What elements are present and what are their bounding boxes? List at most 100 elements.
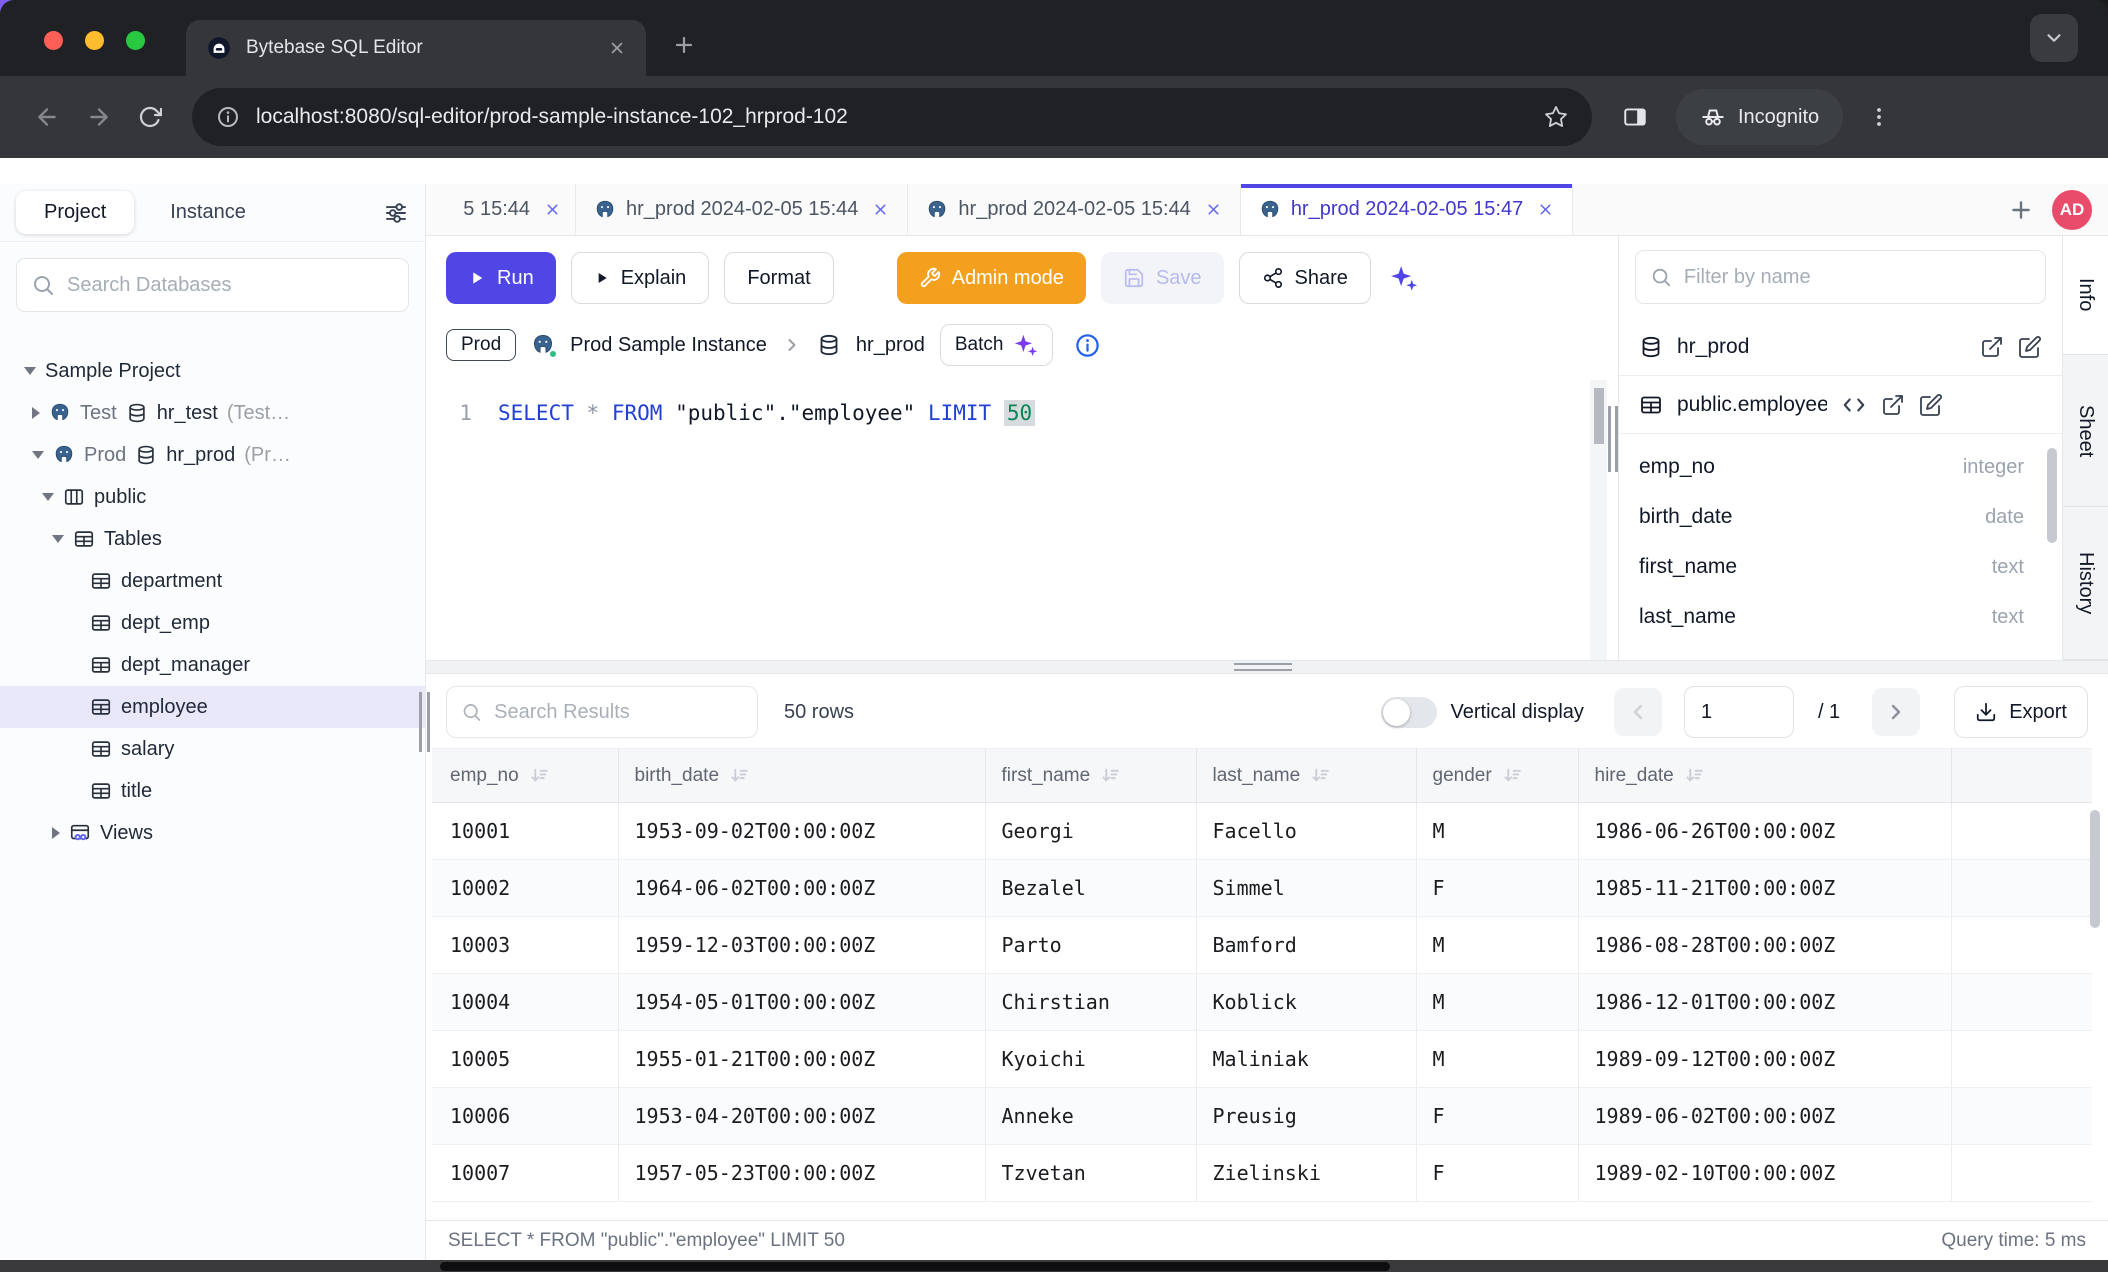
back-button[interactable]: [26, 96, 68, 138]
side-panel-button[interactable]: [1622, 104, 1648, 130]
close-icon[interactable]: [872, 201, 889, 218]
window-close-button[interactable]: [44, 31, 63, 50]
tab-search-button[interactable]: [2030, 14, 2078, 62]
toggle-knob[interactable]: [1383, 699, 1410, 726]
forward-button[interactable]: [78, 96, 120, 138]
new-sheet-button[interactable]: [1996, 197, 2046, 223]
window-zoom-button[interactable]: [126, 31, 145, 50]
breadcrumb-instance-name[interactable]: Prod Sample Instance: [570, 334, 767, 357]
scrollbar-thumb[interactable]: [1594, 388, 1604, 444]
close-icon[interactable]: [544, 201, 561, 218]
panel-database-row[interactable]: hr_prod: [1619, 318, 2062, 376]
tab-info[interactable]: Info: [2063, 236, 2108, 355]
column-header-gender[interactable]: gender: [1416, 749, 1578, 803]
close-icon[interactable]: [1537, 201, 1554, 218]
edit-table-button[interactable]: [1919, 393, 1943, 417]
run-button[interactable]: Run: [446, 252, 556, 304]
sort-icon[interactable]: [1310, 765, 1331, 786]
schema-filter-box[interactable]: [1635, 250, 2046, 304]
caret-down-icon[interactable]: [32, 451, 44, 459]
editor-scrollbar[interactable]: [1590, 380, 1607, 660]
open-database-external-button[interactable]: [1980, 335, 2004, 359]
format-button[interactable]: Format: [724, 252, 833, 304]
sort-icon[interactable]: [1684, 765, 1705, 786]
vertical-display-toggle[interactable]: [1381, 697, 1437, 728]
share-button[interactable]: Share: [1239, 252, 1371, 304]
tree-item-table-employee-selected[interactable]: employee: [0, 686, 425, 728]
table-row[interactable]: 100031959-12-03T00:00:00ZPartoBamfordM19…: [432, 917, 2092, 974]
browser-tab[interactable]: Bytebase SQL Editor: [186, 20, 646, 76]
url-text[interactable]: localhost:8080/sql-editor/prod-sample-in…: [256, 105, 1528, 129]
drag-grip[interactable]: [1234, 663, 1292, 671]
column-header-last-name[interactable]: last_name: [1196, 749, 1416, 803]
ai-assistant-button[interactable]: [1388, 263, 1418, 293]
url-bar[interactable]: localhost:8080/sql-editor/prod-sample-in…: [192, 88, 1592, 146]
user-avatar[interactable]: AD: [2052, 190, 2092, 230]
connection-info-icon[interactable]: [1074, 332, 1101, 359]
editor-tab-2[interactable]: hr_prod 2024-02-05 15:44: [908, 184, 1240, 235]
caret-down-icon[interactable]: [24, 367, 36, 375]
tree-item-table-title[interactable]: title: [0, 770, 425, 812]
column-row[interactable]: emp_no integer: [1639, 442, 2042, 492]
browser-menu-button[interactable]: [1867, 105, 1891, 129]
edit-database-button[interactable]: [2018, 335, 2042, 359]
window-minimize-button[interactable]: [85, 31, 104, 50]
sidebar-settings-button[interactable]: [383, 200, 409, 226]
database-search-input[interactable]: [67, 274, 394, 297]
tab-sheet[interactable]: Sheet: [2063, 355, 2108, 508]
tree-item-test-database[interactable]: Test hr_test (Test…: [0, 392, 425, 434]
reload-button[interactable]: [130, 97, 170, 137]
close-icon[interactable]: [1205, 201, 1222, 218]
browser-tab-close-icon[interactable]: [608, 39, 626, 57]
sort-icon[interactable]: [529, 765, 550, 786]
column-header-first-name[interactable]: first_name: [985, 749, 1196, 803]
open-table-external-button[interactable]: [1881, 393, 1905, 417]
results-resize-handle[interactable]: [426, 660, 2108, 674]
export-button[interactable]: Export: [1954, 686, 2088, 738]
page-number-input[interactable]: [1684, 686, 1794, 738]
column-row[interactable]: last_name text: [1639, 592, 2042, 642]
view-table-code-button[interactable]: [1841, 392, 1867, 418]
tree-item-table-dept-manager[interactable]: dept_manager: [0, 644, 425, 686]
tree-item-prod-database[interactable]: Prod hr_prod (Pr…: [0, 434, 425, 476]
table-row[interactable]: 100051955-01-21T00:00:00ZKyoichiMaliniak…: [432, 1031, 2092, 1088]
editor-tab-partial[interactable]: 5 15:44: [426, 184, 576, 235]
caret-right-icon[interactable]: [32, 407, 40, 419]
results-search-input[interactable]: [494, 701, 743, 724]
panel-table-row[interactable]: public.employee: [1619, 376, 2062, 434]
new-browser-tab-button[interactable]: [672, 33, 696, 62]
results-search-box[interactable]: [446, 686, 758, 738]
column-list-scrollbar[interactable]: [2047, 448, 2057, 543]
tree-item-table-dept-emp[interactable]: dept_emp: [0, 602, 425, 644]
site-info-icon[interactable]: [216, 105, 240, 129]
admin-mode-button[interactable]: Admin mode: [897, 252, 1086, 304]
caret-right-icon[interactable]: [52, 827, 60, 839]
column-header-emp-no[interactable]: emp_no: [432, 749, 618, 803]
tree-item-table-department[interactable]: department: [0, 560, 425, 602]
sidebar-resize-handle[interactable]: [419, 692, 433, 768]
table-row[interactable]: 100011953-09-02T00:00:00ZGeorgiFacelloM1…: [432, 803, 2092, 860]
column-header-hire-date[interactable]: hire_date: [1578, 749, 1951, 803]
tree-item-schema-public[interactable]: public: [0, 476, 425, 518]
explain-button[interactable]: Explain: [571, 252, 710, 304]
tree-group-tables[interactable]: Tables: [0, 518, 425, 560]
column-row[interactable]: birth_date date: [1639, 492, 2042, 542]
column-header-birth-date[interactable]: birth_date: [618, 749, 985, 803]
sort-icon[interactable]: [1100, 765, 1121, 786]
prev-page-button[interactable]: [1614, 688, 1662, 736]
database-search-box[interactable]: [16, 258, 409, 312]
schema-filter-input[interactable]: [1684, 266, 2031, 289]
panel-resize-handle[interactable]: [1607, 236, 1618, 660]
results-scrollbar[interactable]: [2090, 810, 2100, 928]
table-row[interactable]: 100021964-06-02T00:00:00ZBezalelSimmelF1…: [432, 860, 2092, 917]
sql-editor[interactable]: 1 SELECT * FROM "public"."employee" LIMI…: [426, 380, 1607, 660]
caret-down-icon[interactable]: [52, 535, 64, 543]
batch-button[interactable]: Batch: [940, 324, 1054, 366]
bookmark-star-icon[interactable]: [1544, 105, 1568, 129]
sort-icon[interactable]: [1502, 765, 1523, 786]
table-row[interactable]: 100061953-04-20T00:00:00ZAnnekePreusigF1…: [432, 1088, 2092, 1145]
next-page-button[interactable]: [1872, 688, 1920, 736]
breadcrumb-database-name[interactable]: hr_prod: [856, 334, 925, 357]
save-button[interactable]: Save: [1101, 252, 1224, 304]
tab-history[interactable]: History: [2063, 507, 2108, 660]
